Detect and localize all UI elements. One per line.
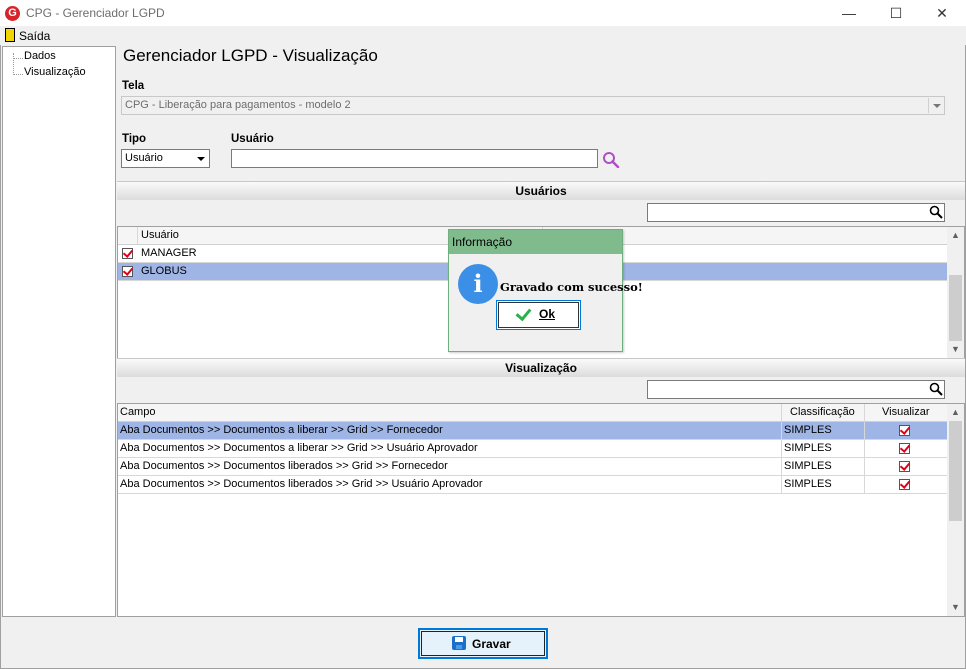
column-header-usuario[interactable]: Usuário — [141, 227, 179, 245]
tipo-select[interactable]: Usuário — [121, 149, 210, 168]
row-usuario: GLOBUS — [141, 265, 187, 277]
row-campo: Aba Documentos >> Documentos liberados >… — [120, 460, 448, 472]
visualizacao-scrollbar[interactable]: ▲ ▼ — [947, 404, 964, 616]
gravar-button-label: Gravar — [472, 637, 511, 651]
scroll-down-icon[interactable]: ▼ — [947, 599, 964, 616]
tipo-select-value: Usuário — [125, 152, 163, 164]
table-row[interactable]: Aba Documentos >> Documentos liberados >… — [118, 458, 947, 476]
page-title: Gerenciador LGPD - Visualização — [123, 46, 378, 65]
row-campo: Aba Documentos >> Documentos liberados >… — [120, 478, 483, 490]
usuarios-filter-input[interactable] — [647, 203, 945, 222]
row-checkbox[interactable] — [122, 266, 133, 277]
tipo-label: Tipo — [122, 133, 147, 145]
table-row[interactable]: Aba Documentos >> Documentos a liberar >… — [118, 422, 947, 440]
table-row[interactable]: Aba Documentos >> Documentos liberados >… — [118, 476, 947, 494]
column-header-classificacao[interactable]: Classificação — [790, 404, 855, 422]
floppy-disk-icon — [452, 636, 466, 650]
visualizar-checkbox[interactable] — [899, 443, 910, 454]
tree-item-dados[interactable]: Dados — [24, 50, 56, 62]
row-classificacao: SIMPLES — [784, 442, 832, 454]
visualizar-checkbox[interactable] — [899, 425, 910, 436]
row-campo: Aba Documentos >> Documentos a liberar >… — [120, 442, 478, 454]
dialog-title: Informação — [449, 230, 622, 254]
row-checkbox[interactable] — [122, 248, 133, 259]
visualizacao-filter-input[interactable] — [647, 380, 945, 399]
search-icon[interactable] — [929, 205, 943, 219]
row-classificacao: SIMPLES — [784, 424, 832, 436]
usuario-label: Usuário — [231, 133, 274, 145]
scroll-down-icon[interactable]: ▼ — [947, 341, 964, 358]
search-icon[interactable] — [929, 382, 943, 396]
visualizacao-grid-header: Campo Classificação Visualizar — [118, 404, 947, 422]
usuarios-section-header: Usuários — [117, 181, 965, 200]
tree-item-visualizacao[interactable]: Visualização — [24, 66, 86, 78]
visualizacao-grid: Campo Classificação Visualizar Aba Docum… — [117, 403, 965, 617]
app-logo-icon: G — [5, 6, 20, 21]
chevron-down-icon[interactable] — [193, 151, 208, 166]
scroll-up-icon[interactable]: ▲ — [947, 227, 964, 244]
maximize-button[interactable]: ☐ — [873, 0, 919, 27]
row-classificacao: SIMPLES — [784, 460, 832, 472]
row-classificacao: SIMPLES — [784, 478, 832, 490]
visualizacao-section-header: Visualização — [117, 358, 965, 377]
usuarios-scrollbar[interactable]: ▲ ▼ — [947, 227, 964, 358]
chevron-down-icon[interactable] — [928, 98, 943, 113]
nav-tree — [2, 46, 116, 617]
column-header-visualizar[interactable]: Visualizar — [882, 404, 930, 422]
menu-bar — [0, 27, 966, 45]
window-title: CPG - Gerenciador LGPD — [26, 6, 165, 20]
close-button[interactable]: ✕ — [919, 0, 965, 27]
scroll-up-icon[interactable]: ▲ — [947, 404, 964, 421]
dialog-message: Gravado com sucesso! — [500, 280, 643, 294]
scroll-thumb[interactable] — [949, 421, 962, 521]
tela-select-value: CPG - Liberação para pagamentos - modelo… — [125, 99, 351, 111]
search-icon[interactable] — [602, 151, 620, 168]
ok-button-label: Ok — [539, 307, 556, 321]
visualizar-checkbox[interactable] — [899, 461, 910, 472]
menu-exit[interactable]: Saída — [19, 29, 50, 43]
tela-select[interactable]: CPG - Liberação para pagamentos - modelo… — [121, 96, 945, 115]
scroll-thumb[interactable] — [949, 275, 962, 341]
usuario-input[interactable] — [231, 149, 598, 168]
visualizar-checkbox[interactable] — [899, 479, 910, 490]
table-row[interactable]: Aba Documentos >> Documentos a liberar >… — [118, 440, 947, 458]
column-header-campo[interactable]: Campo — [120, 404, 155, 422]
exit-door-icon[interactable] — [5, 28, 15, 42]
row-campo: Aba Documentos >> Documentos a liberar >… — [120, 424, 443, 436]
tela-label: Tela — [122, 80, 145, 92]
info-icon: i — [458, 264, 498, 304]
row-usuario: MANAGER — [141, 247, 197, 259]
minimize-button[interactable]: — — [826, 0, 872, 27]
